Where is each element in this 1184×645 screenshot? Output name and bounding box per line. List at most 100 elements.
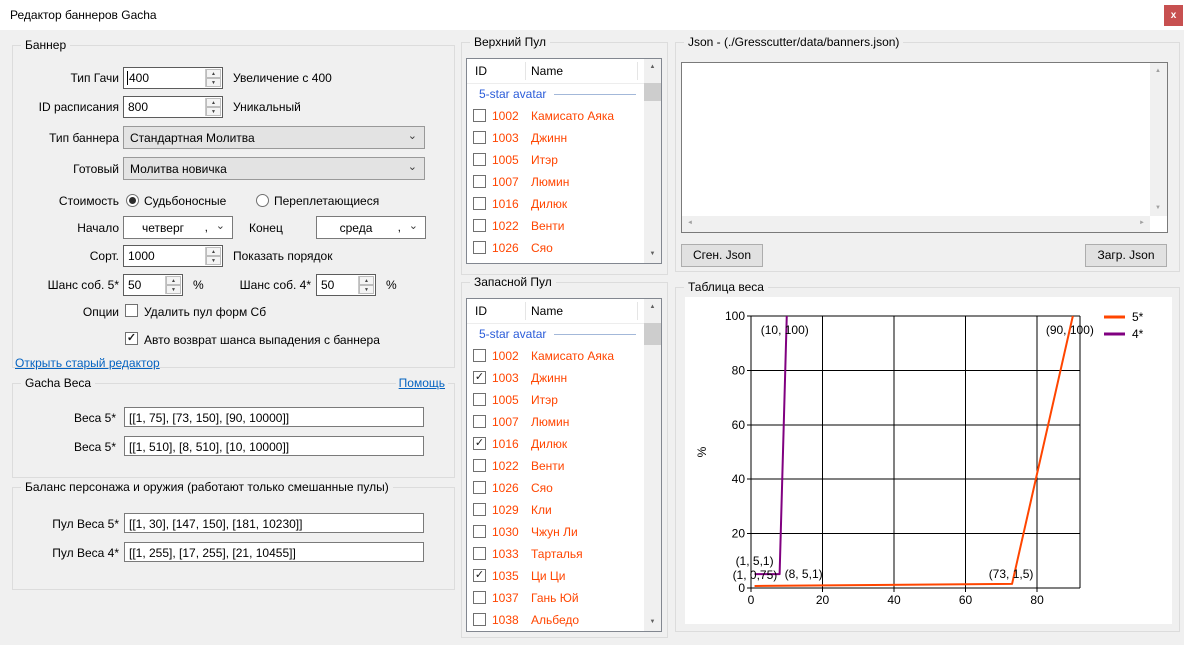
column-id[interactable]: ID <box>475 64 487 78</box>
spin-down-icon[interactable]: ▼ <box>206 107 221 116</box>
row-checkbox[interactable] <box>473 547 486 560</box>
pool-row[interactable]: 1029Кли <box>467 259 644 263</box>
pool-row[interactable]: ✓1035Ци Ци <box>467 565 644 587</box>
cost-radio-fate-label[interactable]: Судьбоносные <box>144 194 226 208</box>
spin-down-icon[interactable]: ▼ <box>359 285 374 294</box>
auto-return-checkbox[interactable]: ✓ <box>125 332 138 345</box>
pool-row[interactable]: 1007Люмин <box>467 411 644 433</box>
pool-row[interactable]: 1030Чжун Ли <box>467 521 644 543</box>
spin-up-icon[interactable]: ▲ <box>206 69 221 78</box>
scrollbar-thumb[interactable] <box>644 323 661 345</box>
pool-weights4-input[interactable] <box>124 542 424 562</box>
cost-radio-intertwined-label[interactable]: Переплетающиеся <box>274 194 379 208</box>
row-checkbox[interactable] <box>473 197 486 210</box>
end-day-select[interactable]: среда , ⌄ <box>316 216 426 239</box>
load-json-button[interactable]: Загр. Json <box>1085 244 1167 267</box>
row-checkbox[interactable] <box>473 109 486 122</box>
row-checkbox[interactable] <box>473 153 486 166</box>
row-checkbox[interactable] <box>473 613 486 626</box>
row-checkbox[interactable]: ✓ <box>473 437 486 450</box>
auto-return-label[interactable]: Авто возврат шанса выпадения с баннера <box>144 333 380 347</box>
scroll-down-icon[interactable]: ▼ <box>1155 205 1161 211</box>
gacha-type-spinner[interactable]: ▲▼ <box>205 69 221 87</box>
pool-row[interactable]: 1033Тарталья <box>467 543 644 565</box>
row-checkbox[interactable] <box>473 481 486 494</box>
scroll-down-icon[interactable]: ▼ <box>644 614 661 631</box>
spin-down-icon[interactable]: ▼ <box>166 285 181 294</box>
chance5-spinner[interactable]: ▲▼ <box>165 276 181 294</box>
row-checkbox[interactable]: ✓ <box>473 371 486 384</box>
chance5-input[interactable]: 50 ▲▼ <box>123 274 183 296</box>
pool-row[interactable]: 1037Гань Юй <box>467 587 644 609</box>
sort-spinner[interactable]: ▲▼ <box>205 247 221 265</box>
pool-row[interactable]: 1005Итэр <box>467 389 644 411</box>
row-checkbox[interactable] <box>473 241 486 254</box>
pool-row[interactable]: 1026Сяо <box>467 477 644 499</box>
row-checkbox[interactable] <box>473 131 486 144</box>
row-checkbox[interactable] <box>473 415 486 428</box>
pool-row[interactable]: 1026Сяо <box>467 237 644 259</box>
row-checkbox[interactable]: ✓ <box>473 569 486 582</box>
scroll-right-icon[interactable]: ► <box>1139 220 1145 226</box>
pool-row[interactable]: 1003Джинн <box>467 127 644 149</box>
pool-row[interactable]: 1016Дилюк <box>467 193 644 215</box>
help-link[interactable]: Помощь <box>396 376 448 390</box>
cost-radio-intertwined[interactable] <box>256 194 269 207</box>
row-checkbox[interactable] <box>473 349 486 362</box>
spin-up-icon[interactable]: ▲ <box>166 276 181 285</box>
spin-up-icon[interactable]: ▲ <box>206 247 221 256</box>
weights5-input[interactable] <box>124 407 424 427</box>
weights4-input[interactable] <box>124 436 424 456</box>
pool-row[interactable]: 1029Кли <box>467 499 644 521</box>
pool-row[interactable]: ✓1016Дилюк <box>467 433 644 455</box>
scrollbar-thumb[interactable] <box>644 83 661 101</box>
chance4-spinner[interactable]: ▲▼ <box>358 276 374 294</box>
row-checkbox[interactable] <box>473 393 486 406</box>
remove-pool-checkbox[interactable] <box>125 304 138 317</box>
pool-row[interactable]: 1022Венти <box>467 455 644 477</box>
vertical-scrollbar[interactable]: ▲ ▼ <box>644 299 661 631</box>
row-checkbox[interactable] <box>473 503 486 516</box>
schedule-id-spinner[interactable]: ▲▼ <box>205 98 221 116</box>
scroll-down-icon[interactable]: ▼ <box>644 246 661 263</box>
horizontal-scrollbar[interactable]: ◄ ► <box>682 216 1150 232</box>
column-name[interactable]: Name <box>531 304 563 318</box>
chance4-input[interactable]: 50 ▲▼ <box>316 274 376 296</box>
json-textarea[interactable]: ▲ ▼ ◄ ► <box>681 62 1168 233</box>
gacha-type-input[interactable]: 400 ▲▼ <box>123 67 223 89</box>
scroll-up-icon[interactable]: ▲ <box>644 299 661 316</box>
pool-row[interactable]: 1002Камисато Аяка <box>467 345 644 367</box>
row-checkbox[interactable] <box>473 175 486 188</box>
row-checkbox[interactable] <box>473 219 486 232</box>
spin-up-icon[interactable]: ▲ <box>206 98 221 107</box>
pool-row[interactable]: 1007Люмин <box>467 171 644 193</box>
pool-row[interactable]: 1022Венти <box>467 215 644 237</box>
sort-input[interactable]: 1000 ▲▼ <box>123 245 223 267</box>
pool-row[interactable]: ✓1003Джинн <box>467 367 644 389</box>
pool-weights5-input[interactable] <box>124 513 424 533</box>
vertical-scrollbar[interactable]: ▲ ▼ <box>1150 63 1167 216</box>
pool-row[interactable]: 1005Итэр <box>467 149 644 171</box>
remove-pool-label[interactable]: Удалить пул форм Сб <box>144 305 266 319</box>
pool-row[interactable]: 1038Альбедо <box>467 609 644 631</box>
column-id[interactable]: ID <box>475 304 487 318</box>
schedule-id-input[interactable]: 800 ▲▼ <box>123 96 223 118</box>
scroll-up-icon[interactable]: ▲ <box>644 59 661 76</box>
scroll-up-icon[interactable]: ▲ <box>1155 68 1161 74</box>
banner-type-select[interactable]: Стандартная Молитва ⌄ <box>123 126 425 149</box>
spin-up-icon[interactable]: ▲ <box>359 276 374 285</box>
close-button[interactable]: x <box>1164 5 1183 26</box>
generate-json-button[interactable]: Сген. Json <box>681 244 763 267</box>
vertical-scrollbar[interactable]: ▲ ▼ <box>644 59 661 263</box>
row-checkbox[interactable] <box>473 525 486 538</box>
scroll-left-icon[interactable]: ◄ <box>687 220 693 226</box>
prefab-select[interactable]: Молитва новичка ⌄ <box>123 157 425 180</box>
old-editor-link[interactable]: Открыть старый редактор <box>15 356 160 370</box>
row-checkbox[interactable] <box>473 459 486 472</box>
row-checkbox[interactable] <box>473 591 486 604</box>
start-day-select[interactable]: четверг , ⌄ <box>123 216 233 239</box>
spin-down-icon[interactable]: ▼ <box>206 256 221 265</box>
pool-row[interactable]: 1002Камисато Аяка <box>467 105 644 127</box>
cost-radio-fate[interactable] <box>126 194 139 207</box>
column-name[interactable]: Name <box>531 64 563 78</box>
